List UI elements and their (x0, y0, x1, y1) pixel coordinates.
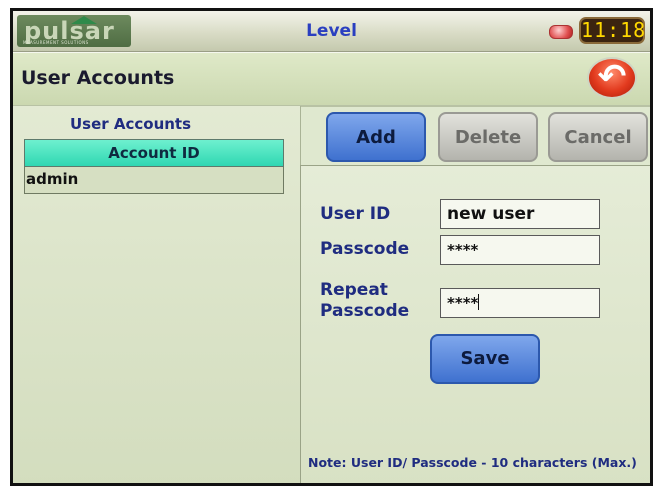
repeat-label-line1: Repeat (320, 280, 388, 300)
repeat-passcode-field[interactable]: **** (440, 288, 600, 318)
cancel-button[interactable]: Cancel (548, 112, 648, 162)
account-id-column-header: Account ID (24, 139, 284, 167)
repeat-passcode-label: Repeat Passcode (320, 280, 409, 322)
back-arrow-icon: ↶ (597, 57, 627, 97)
device-screen: pulsar MEASUREMENT SOLUTIONS Level 11:18… (10, 8, 653, 486)
text-cursor (478, 294, 480, 310)
user-id-field[interactable]: new user (440, 199, 600, 229)
status-led-icon (549, 25, 573, 39)
passcode-field[interactable]: **** (440, 235, 600, 265)
user-id-label: User ID (320, 204, 391, 224)
page-title: User Accounts (21, 67, 175, 89)
passcode-label: Passcode (320, 239, 410, 259)
accounts-panel-title: User Accounts (69, 115, 192, 133)
repeat-passcode-value: **** (447, 294, 479, 312)
account-form: User ID new user Passcode **** Repeat Pa… (300, 165, 650, 483)
save-button[interactable]: Save (430, 334, 540, 384)
top-status-bar: pulsar MEASUREMENT SOLUTIONS Level 11:18 (13, 11, 650, 52)
back-button[interactable]: ↶ (587, 57, 637, 99)
clock-display: 11:18 (579, 17, 647, 44)
delete-button[interactable]: Delete (438, 112, 538, 162)
length-note: Note: User ID/ Passcode - 10 characters … (308, 455, 637, 470)
page-header: User Accounts ↶ (13, 52, 650, 107)
repeat-label-line2: Passcode (320, 301, 410, 321)
accounts-panel: User Accounts Account ID admin (13, 106, 301, 483)
account-row-admin[interactable]: admin (24, 167, 284, 194)
add-button[interactable]: Add (326, 112, 426, 162)
